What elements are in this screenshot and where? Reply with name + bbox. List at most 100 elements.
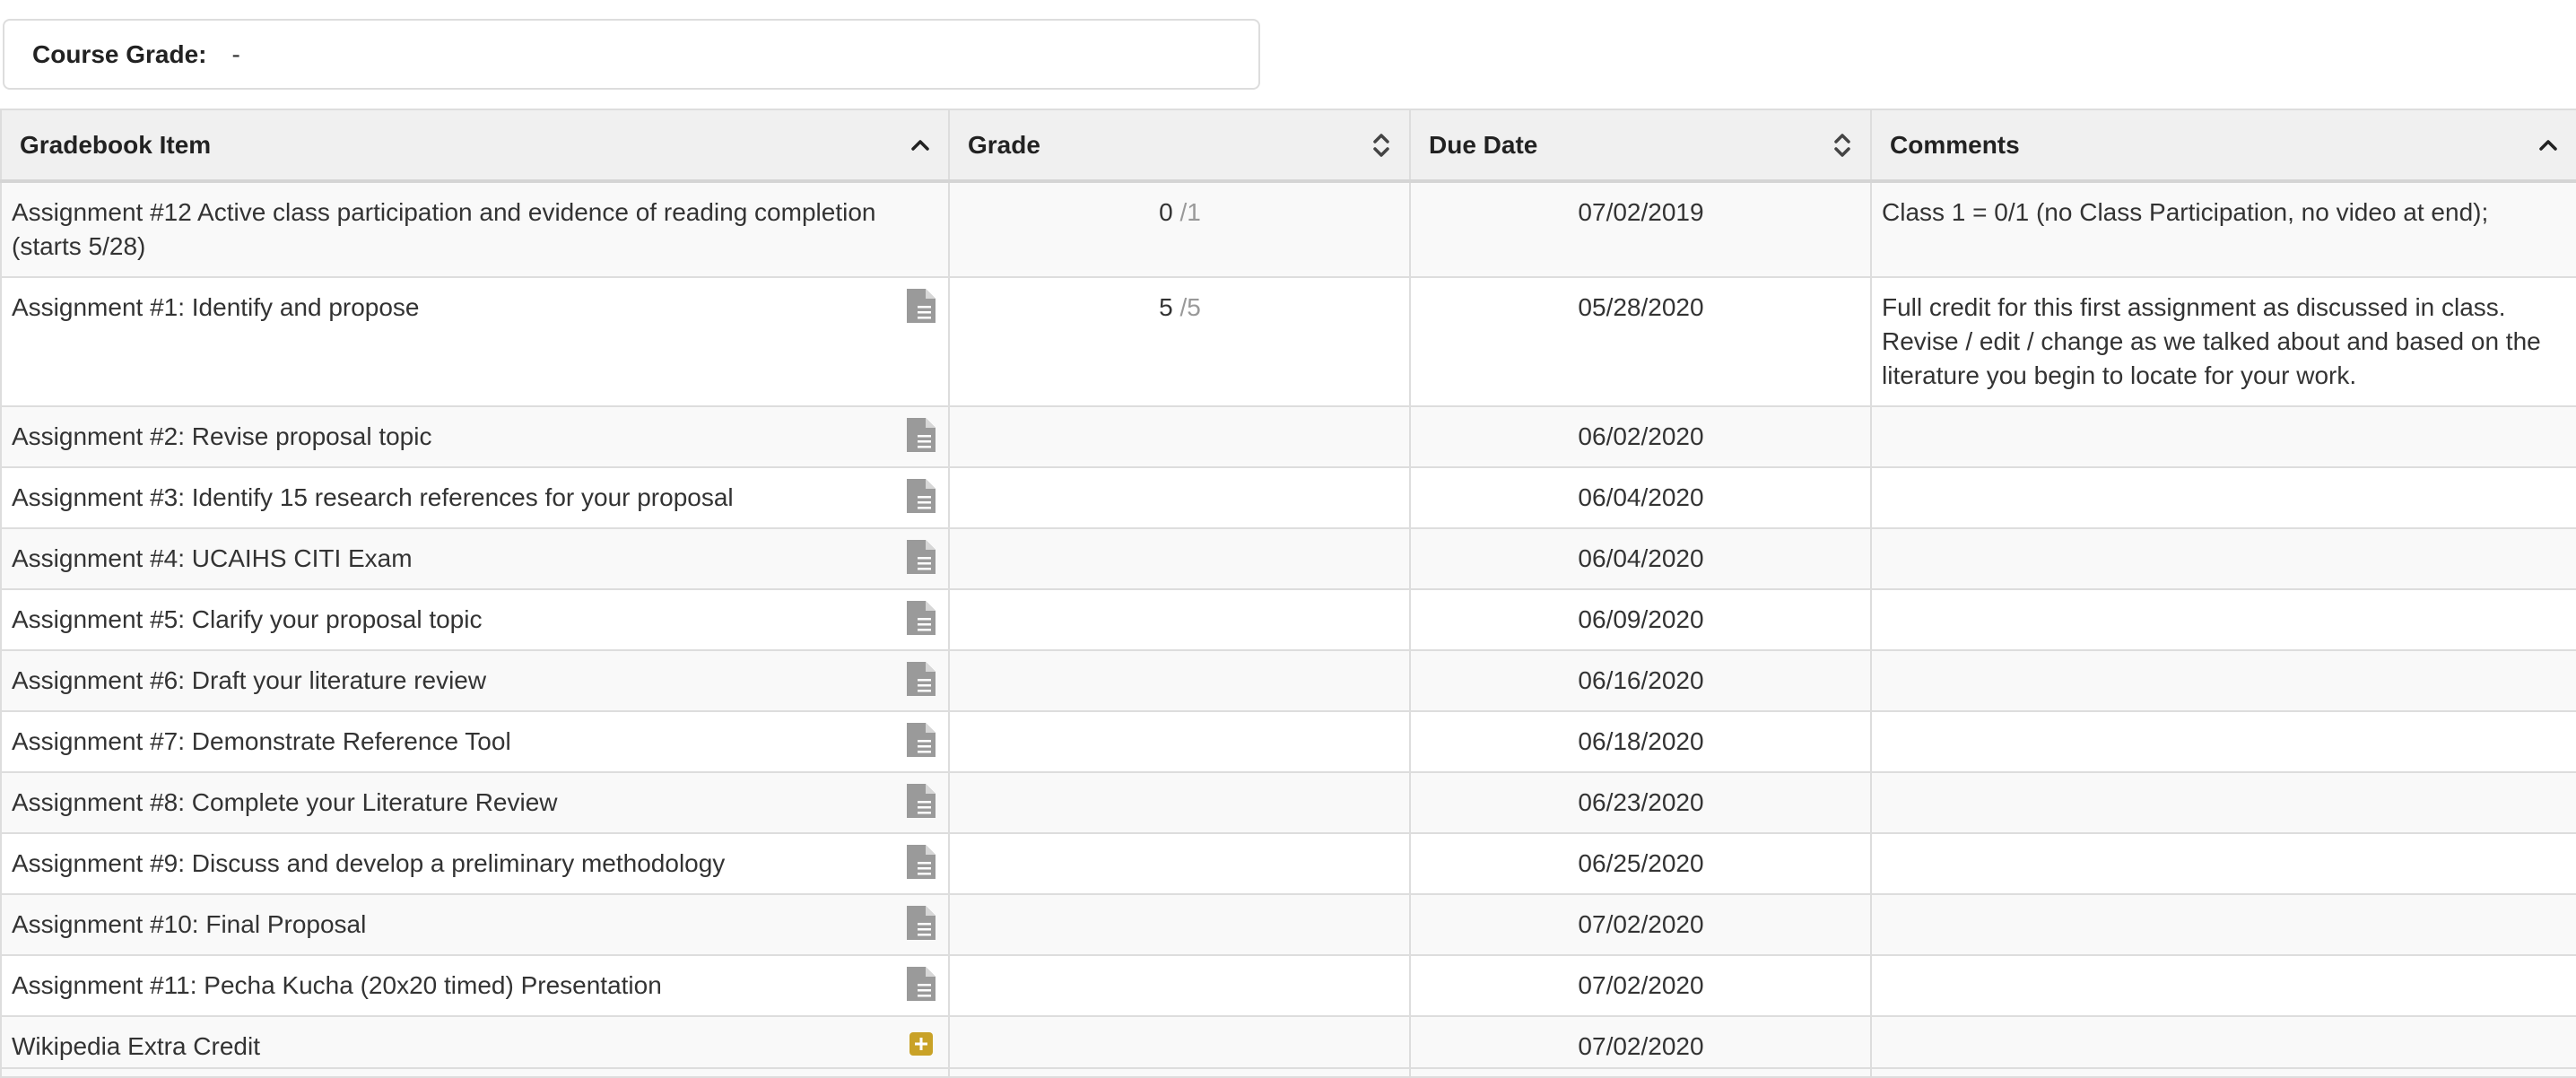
grade-cell (948, 954, 1411, 1017)
gradebook-item-label[interactable]: Wikipedia Extra Credit (12, 1032, 260, 1060)
gradebook-item-label[interactable]: Assignment #6: Draft your literature rev… (12, 666, 486, 694)
grade-cell (948, 771, 1411, 834)
column-header-gradebook-item[interactable]: Gradebook Item (0, 109, 950, 183)
due-date-cell: 06/16/2020 (1409, 649, 1872, 712)
gradebook-item-label[interactable]: Assignment #9: Discuss and develop a pre… (12, 849, 725, 877)
table-row: Assignment #3: Identify 15 research refe… (0, 466, 2576, 529)
column-header-comments[interactable]: Comments (1870, 109, 2576, 183)
gradebook-item-label[interactable]: Assignment #3: Identify 15 research refe… (12, 483, 734, 511)
grade-out-of: /1 (1179, 198, 1201, 226)
grade-cell (948, 405, 1411, 468)
document-icon[interactable] (905, 843, 937, 881)
table-header-row: Gradebook Item Grade Due Date Comments (0, 109, 2576, 183)
gradebook-item-cell: Assignment #7: Demonstrate Reference Too… (0, 710, 950, 773)
column-header-label: Grade (968, 130, 1040, 159)
due-date: 05/28/2020 (1578, 293, 1704, 321)
column-header-label: Comments (1890, 130, 2020, 159)
due-date-cell: 07/02/2020 (1409, 954, 1872, 1017)
comment-text: Full credit for this first assignment as… (1882, 293, 2541, 389)
gradebook-item-cell: Assignment #4: UCAIHS CITI Exam (0, 527, 950, 590)
gradebook-item-cell: Assignment #1: Identify and propose (0, 276, 950, 407)
comments-cell (1870, 527, 2576, 590)
due-date: 06/16/2020 (1578, 666, 1704, 694)
due-date: 06/02/2020 (1578, 422, 1704, 450)
comments-cell (1870, 771, 2576, 834)
gradebook-item-label[interactable]: Assignment #7: Demonstrate Reference Too… (12, 727, 511, 755)
gradebook-item-cell: Assignment #2: Revise proposal topic (0, 405, 950, 468)
comments-cell: Full credit for this first assignment as… (1870, 276, 2576, 407)
gradebook-item-label[interactable]: Assignment #12 Active class participatio… (12, 198, 875, 260)
due-date-cell: 06/18/2020 (1409, 710, 1872, 773)
comments-cell (1870, 893, 2576, 956)
gradebook-item-cell: Assignment #3: Identify 15 research refe… (0, 466, 950, 529)
bottom-divider (0, 1067, 2576, 1069)
document-icon[interactable] (905, 721, 937, 759)
due-date-cell: 06/04/2020 (1409, 466, 1872, 529)
gradebook-item-label[interactable]: Assignment #11: Pecha Kucha (20x20 timed… (12, 971, 662, 999)
course-grade-label: Course Grade: (32, 39, 207, 68)
document-icon[interactable] (905, 416, 937, 454)
column-header-grade[interactable]: Grade (948, 109, 1411, 183)
comment-text: Class 1 = 0/1 (no Class Participation, n… (1882, 198, 2489, 226)
document-icon[interactable] (905, 965, 937, 1003)
gradebook-table: Gradebook Item Grade Due Date Comments A… (0, 109, 2576, 1078)
grade-cell (948, 832, 1411, 895)
sort-asc-icon (911, 139, 929, 151)
due-date: 06/18/2020 (1578, 727, 1704, 755)
sort-both-icon (1834, 133, 1850, 157)
gradebook-item-label[interactable]: Assignment #4: UCAIHS CITI Exam (12, 544, 413, 572)
comments-cell: Class 1 = 0/1 (no Class Participation, n… (1870, 180, 2576, 278)
table-body: Assignment #12 Active class participatio… (0, 180, 2576, 1078)
document-icon[interactable] (905, 782, 937, 820)
gradebook-item-label[interactable]: Assignment #8: Complete your Literature … (12, 788, 558, 816)
comments-cell (1870, 954, 2576, 1017)
table-row: Assignment #12 Active class participatio… (0, 180, 2576, 278)
table-row: Assignment #9: Discuss and develop a pre… (0, 832, 2576, 895)
document-icon[interactable] (905, 477, 937, 515)
due-date-cell: 07/02/2019 (1409, 180, 1872, 278)
gradebook-page: Course Grade: - Gradebook Item Grade Due… (0, 0, 2576, 1078)
gradebook-item-label[interactable]: Assignment #5: Clarify your proposal top… (12, 605, 482, 633)
gradebook-item-cell: Assignment #11: Pecha Kucha (20x20 timed… (0, 954, 950, 1017)
grade-points: 0 (1159, 198, 1173, 226)
grade-cell (948, 527, 1411, 590)
grade-cell (948, 710, 1411, 773)
document-icon[interactable] (905, 287, 937, 325)
due-date: 06/25/2020 (1578, 849, 1704, 877)
comments-cell (1870, 588, 2576, 651)
due-date-cell: 06/09/2020 (1409, 588, 1872, 651)
extra-credit-icon[interactable] (909, 1031, 934, 1056)
column-header-due-date[interactable]: Due Date (1409, 109, 1872, 183)
gradebook-item-cell: Assignment #5: Clarify your proposal top… (0, 588, 950, 651)
grade-cell (948, 649, 1411, 712)
due-date: 07/02/2020 (1578, 971, 1704, 999)
table-row: Assignment #6: Draft your literature rev… (0, 649, 2576, 712)
gradebook-item-label[interactable]: Assignment #1: Identify and propose (12, 293, 420, 321)
table-row: Assignment #10: Final Proposal 07/02/202… (0, 893, 2576, 956)
due-date: 07/02/2019 (1578, 198, 1704, 226)
due-date: 06/09/2020 (1578, 605, 1704, 633)
document-icon[interactable] (905, 660, 937, 698)
document-icon[interactable] (905, 599, 937, 637)
grade-points: 5 (1159, 293, 1173, 321)
gradebook-item-label[interactable]: Assignment #2: Revise proposal topic (12, 422, 431, 450)
grade-cell (948, 466, 1411, 529)
grade-cell (948, 893, 1411, 956)
grade-cell: 0 /1 (948, 180, 1411, 278)
table-row: Assignment #11: Pecha Kucha (20x20 timed… (0, 954, 2576, 1017)
gradebook-item-cell: Assignment #12 Active class participatio… (0, 180, 950, 278)
gradebook-item-label[interactable]: Assignment #10: Final Proposal (12, 910, 366, 938)
due-date-cell: 06/02/2020 (1409, 405, 1872, 468)
due-date: 07/02/2020 (1578, 910, 1704, 938)
table-row: Assignment #4: UCAIHS CITI Exam 06/04/20… (0, 527, 2576, 590)
gradebook-item-cell: Assignment #9: Discuss and develop a pre… (0, 832, 950, 895)
column-header-label: Due Date (1429, 130, 1538, 159)
due-date: 06/04/2020 (1578, 544, 1704, 572)
table-header: Gradebook Item Grade Due Date Comments (0, 109, 2576, 183)
gradebook-item-cell: Assignment #8: Complete your Literature … (0, 771, 950, 834)
document-icon[interactable] (905, 538, 937, 576)
column-header-label: Gradebook Item (20, 130, 212, 159)
document-icon[interactable] (905, 904, 937, 942)
comments-cell (1870, 649, 2576, 712)
comments-cell (1870, 405, 2576, 468)
